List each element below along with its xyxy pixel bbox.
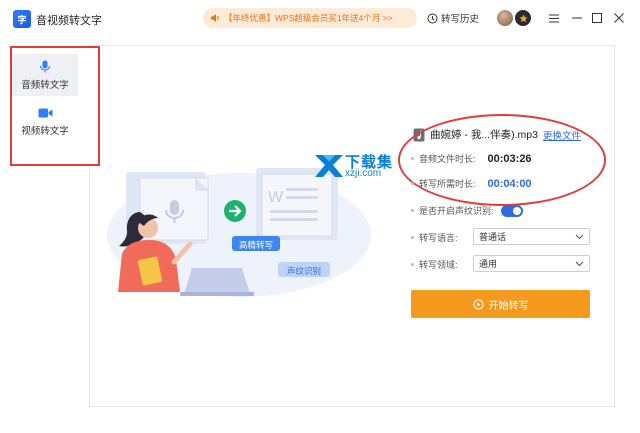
- domain-value: 通用: [479, 259, 498, 269]
- time-needed-row: 转写所需时长: 00:04:00: [411, 177, 532, 190]
- file-name: 曲婉婷 - 我...伴奏).mp3: [430, 129, 538, 141]
- chevron-down-icon: [575, 261, 584, 267]
- start-button-label: 开始转写: [488, 300, 529, 312]
- sidebar: 音频转文字 视频转文字: [10, 46, 100, 166]
- domain-label: 转写领域:: [419, 260, 458, 270]
- duration-value: 00:03:26: [487, 152, 532, 165]
- time-needed-label: 转写所需时长:: [419, 179, 476, 189]
- app-title: 音视频转文字: [36, 15, 102, 27]
- start-transcription-button[interactable]: 开始转写: [411, 290, 590, 318]
- minimize-icon[interactable]: [570, 11, 584, 25]
- sidebar-item-audio-to-text[interactable]: 音频转文字: [12, 54, 78, 96]
- history-button[interactable]: 转写历史: [427, 11, 479, 25]
- maximize-icon[interactable]: [590, 11, 604, 25]
- close-icon[interactable]: [612, 11, 626, 25]
- sidebar-item-label: 视频转文字: [21, 126, 69, 137]
- time-needed-value: 00:04:00: [487, 177, 532, 190]
- clock-icon: [427, 13, 438, 23]
- watermark: 下载集 xzji.com: [313, 151, 413, 181]
- title-bar: 字 音视频转文字 【年终优惠】WPS超级会员买1年送4个月 >> 转写历史: [0, 0, 640, 38]
- app-logo-icon: 字: [13, 10, 31, 28]
- bullet-dot: [411, 157, 414, 160]
- speaker-icon: [211, 14, 219, 22]
- watermark-logo-icon: [315, 155, 343, 177]
- menu-icon[interactable]: [547, 11, 561, 25]
- history-label: 转写历史: [441, 14, 480, 25]
- vip-badge-icon[interactable]: [515, 10, 531, 26]
- bullet-dot: [411, 263, 414, 266]
- sidebar-item-video-to-text[interactable]: 视频转文字: [12, 102, 78, 144]
- domain-select[interactable]: 通用: [473, 255, 590, 272]
- svg-text:W: W: [268, 189, 284, 206]
- voiceprint-row: 是否开启声纹识别:: [411, 204, 523, 217]
- tag-voiceprint: 声纹识别: [286, 265, 321, 276]
- video-camera-icon: [38, 108, 52, 118]
- voiceprint-label: 是否开启声纹识别:: [419, 206, 494, 216]
- promo-text: 【年终优惠】WPS超级会员买1年送4个月 >>: [224, 13, 393, 23]
- start-icon: [472, 298, 484, 310]
- music-note-icon: [413, 128, 425, 141]
- bullet-dot: [411, 209, 414, 212]
- microphone-icon: [40, 60, 50, 73]
- bullet-dot: [411, 182, 414, 185]
- language-select[interactable]: 普通话: [473, 228, 590, 245]
- promo-banner[interactable]: 【年终优惠】WPS超级会员买1年送4个月 >>: [203, 8, 417, 28]
- avatar[interactable]: [497, 10, 513, 26]
- tag-accurate-transcription: 高精转写: [238, 239, 273, 250]
- language-label: 转写语言:: [419, 233, 458, 243]
- language-value: 普通话: [479, 232, 507, 242]
- file-row: 曲婉婷 - 我...伴奏).mp3 更换文件: [413, 127, 581, 142]
- voiceprint-toggle[interactable]: [500, 204, 523, 217]
- bullet-dot: [411, 236, 414, 239]
- duration-label: 音频文件时长:: [419, 154, 476, 164]
- domain-row: 转写领域:: [411, 258, 458, 271]
- language-row: 转写语言:: [411, 231, 458, 244]
- change-file-link[interactable]: 更换文件: [543, 128, 581, 142]
- duration-row: 音频文件时长: 00:03:26: [411, 152, 532, 165]
- watermark-url: xzji.com: [345, 168, 382, 179]
- sidebar-item-label: 音频转文字: [21, 80, 69, 91]
- chevron-down-icon: [575, 234, 584, 240]
